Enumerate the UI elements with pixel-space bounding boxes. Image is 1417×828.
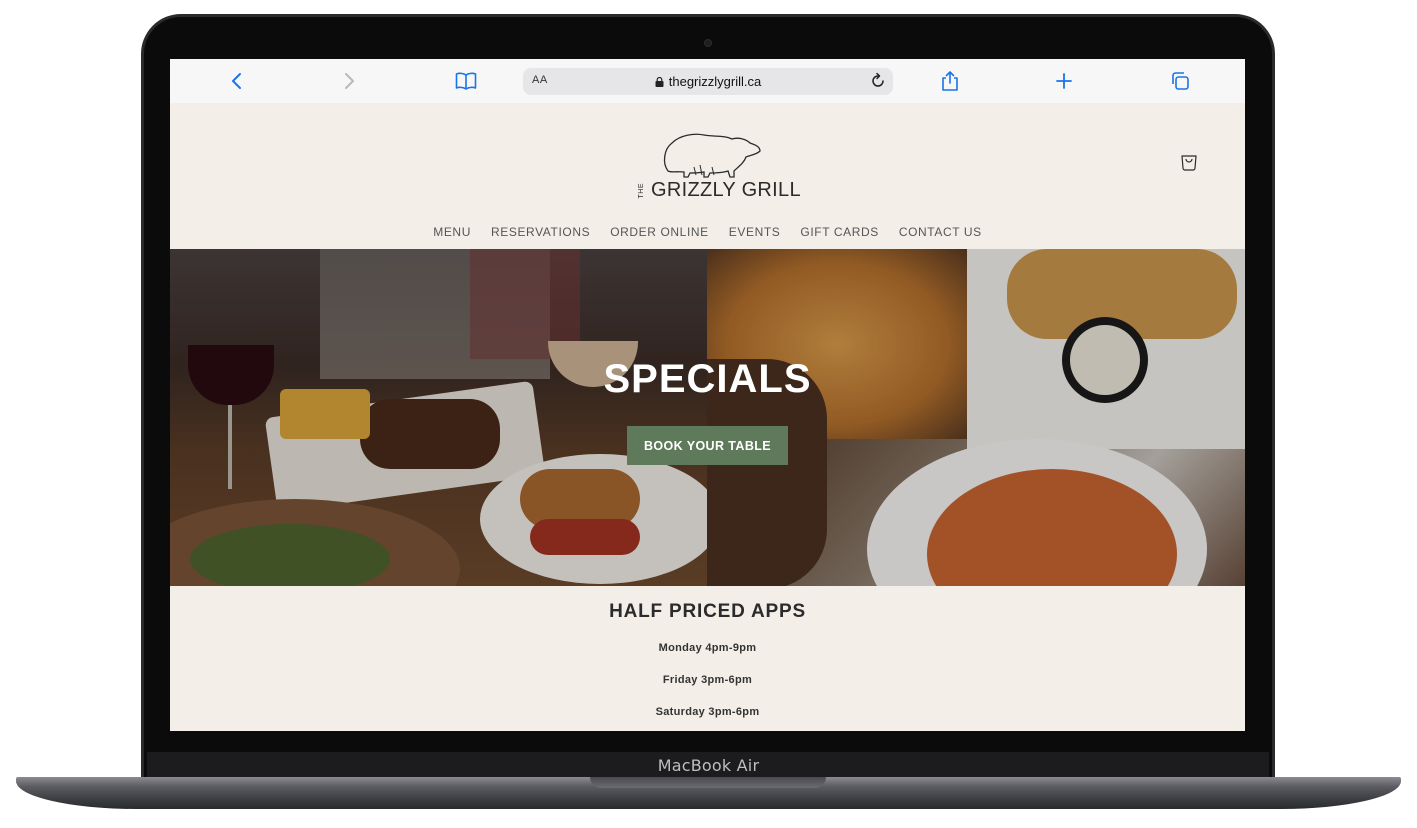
browser-toolbar: AA thegrizzlygrill.ca	[170, 59, 1245, 103]
nav-events[interactable]: EVENTS	[719, 225, 791, 239]
new-tab-icon[interactable]	[1052, 69, 1076, 93]
tabs-icon[interactable]	[1168, 69, 1192, 93]
hours-friday: Friday 3pm-6pm	[662, 674, 753, 686]
browser-screen: AA thegrizzlygrill.ca THE GRIZZLY GRILL …	[170, 59, 1245, 731]
nav-contact-us[interactable]: CONTACT US	[889, 225, 992, 239]
nav-order-online[interactable]: ORDER ONLINE	[600, 225, 719, 239]
nav-menu[interactable]: MENU	[423, 225, 481, 239]
logo-prefix: THE	[638, 183, 645, 199]
nav-reservations[interactable]: RESERVATIONS	[481, 225, 600, 239]
main-nav: MENU RESERVATIONS ORDER ONLINE EVENTS GI…	[170, 225, 1245, 239]
address-bar[interactable]: AA thegrizzlygrill.ca	[523, 68, 893, 95]
url-text: thegrizzlygrill.ca	[668, 74, 762, 89]
nav-gift-cards[interactable]: GIFT CARDS	[790, 225, 888, 239]
hero-banner: SPECIALS BOOK YOUR TABLE	[170, 249, 1245, 586]
logo-text[interactable]: GRIZZLY GRILL	[651, 179, 801, 202]
specials-heading: HALF PRICED APPS	[609, 601, 806, 622]
laptop-mockup: AA thegrizzlygrill.ca THE GRIZZLY GRILL …	[0, 0, 1417, 828]
laptop-hinge-notch	[590, 777, 826, 788]
reload-icon[interactable]	[869, 72, 887, 90]
hours-monday: Monday 4pm-9pm	[658, 642, 757, 654]
share-icon[interactable]	[938, 69, 962, 93]
url-display[interactable]: thegrizzlygrill.ca	[523, 74, 893, 89]
site-header: THE GRIZZLY GRILL MENU RESERVATIONS ORDE…	[170, 103, 1245, 249]
forward-icon[interactable]	[338, 69, 362, 93]
lock-icon	[655, 77, 664, 87]
hero-darken-overlay	[170, 249, 1245, 586]
specials-section: HALF PRICED APPS Monday 4pm-9pm Friday 3…	[170, 586, 1245, 731]
model-label: MacBook Air	[657, 756, 760, 775]
webcam	[704, 39, 712, 47]
cart-icon[interactable]	[1179, 152, 1199, 172]
hero-title: SPECIALS	[603, 357, 812, 401]
bookmarks-icon[interactable]	[454, 69, 478, 93]
hours-saturday: Saturday 3pm-6pm	[655, 706, 760, 718]
book-your-table-button[interactable]: BOOK YOUR TABLE	[627, 426, 788, 465]
back-icon[interactable]	[224, 69, 248, 93]
